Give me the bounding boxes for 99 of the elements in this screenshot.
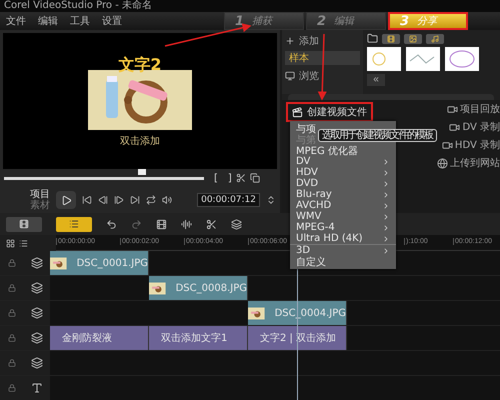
title-clip[interactable]: 金刚防裂液: [50, 326, 149, 350]
menu-option[interactable]: MPEG 优化器: [290, 145, 396, 156]
step-tab[interactable]: 2 编辑: [306, 12, 386, 30]
title-clip[interactable]: 双击添加文字1: [149, 326, 248, 350]
lock-icon[interactable]: [8, 359, 16, 367]
camera-icon: [449, 122, 460, 132]
clip-label: DSC_0008.JPG: [174, 282, 247, 294]
step-forward-icon[interactable]: [114, 195, 124, 205]
undo-icon[interactable]: [106, 218, 117, 230]
monitor-icon: [285, 70, 295, 80]
template-thumbnail[interactable]: [406, 47, 440, 71]
template-thumbnail[interactable]: [445, 47, 479, 71]
play-icon: [60, 194, 72, 206]
play-button[interactable]: [56, 191, 76, 209]
menu-option[interactable]: DVD: [290, 178, 396, 189]
volume-icon[interactable]: [162, 195, 172, 205]
add-label: 添加: [299, 34, 319, 48]
image-filter-button[interactable]: [404, 34, 422, 44]
overlay-track-icon[interactable]: [31, 257, 43, 269]
browse-button[interactable]: 浏览: [285, 68, 360, 83]
folder-item[interactable]: 样本: [285, 51, 360, 65]
camera-icon: [442, 140, 453, 150]
menu-item[interactable]: 设置: [96, 14, 128, 28]
share-action[interactable]: 上传到网站: [437, 156, 500, 170]
menu-item[interactable]: 工具: [64, 14, 96, 28]
film-icon: [19, 219, 29, 229]
mark-out-button[interactable]: ]: [228, 172, 232, 184]
share-action-label: 项目回放: [460, 103, 500, 116]
step-tab[interactable]: 1 捕获: [224, 12, 304, 30]
image-clip[interactable]: DSC_0001.JPG: [50, 251, 149, 275]
music-note-icon: [431, 34, 439, 42]
overlay-track-icon[interactable]: [31, 307, 43, 319]
skip-back-icon[interactable]: [82, 195, 92, 205]
overlay-track-icon[interactable]: [31, 357, 43, 369]
menu-option[interactable]: Blu-ray: [290, 189, 396, 200]
clip-label: 双击添加文字1: [160, 332, 228, 345]
menu-option[interactable]: AVCHD: [290, 200, 396, 211]
caption-text: 双击添加: [120, 134, 160, 148]
storyboard-view-button[interactable]: [6, 216, 42, 232]
share-action-label: 上传到网站: [450, 156, 500, 170]
menu-option[interactable]: DV: [290, 156, 396, 167]
title-track-icon[interactable]: [31, 382, 43, 394]
video-filter-button[interactable]: [382, 34, 400, 44]
tooltip: 选取用于创建视频文件的模板: [318, 129, 436, 142]
audio-filter-button[interactable]: [426, 34, 444, 44]
menu-option[interactable]: HDV: [290, 167, 396, 178]
menu-item[interactable]: 文件: [0, 14, 32, 28]
menu-item[interactable]: 编辑: [32, 14, 64, 28]
mode-option[interactable]: 素材: [30, 200, 50, 211]
image-icon: [409, 34, 417, 42]
add-button[interactable]: 添加: [285, 33, 360, 48]
clapperboard-icon: [292, 106, 303, 118]
folder-icon[interactable]: [367, 33, 378, 44]
mode-option[interactable]: 项目: [30, 189, 50, 200]
share-action[interactable]: 项目回放: [447, 102, 500, 116]
overlay-track-icon[interactable]: [31, 282, 43, 294]
lock-icon[interactable]: [8, 284, 16, 292]
menu-option[interactable]: WMV: [290, 211, 396, 222]
image-clip[interactable]: DSC_0008.JPG: [149, 276, 248, 300]
skip-forward-icon[interactable]: [130, 195, 140, 205]
repeat-icon[interactable]: [146, 195, 156, 205]
image-clip[interactable]: DSC_0004.JPG: [248, 301, 347, 325]
lock-icon[interactable]: [8, 334, 16, 342]
audio-mixer-icon[interactable]: [181, 218, 192, 230]
menu-option[interactable]: Ultra HD (4K): [290, 233, 396, 244]
menu-option[interactable]: MPEG-4: [290, 222, 396, 233]
title-overlay-text: 文字2: [118, 54, 162, 76]
film-icon: [387, 34, 395, 42]
timecode-field[interactable]: 00:00:07:12: [197, 193, 260, 207]
share-action[interactable]: HDV 录制: [442, 138, 500, 152]
annotation-arrow: [318, 34, 327, 100]
menu-option[interactable]: 自定义: [290, 256, 396, 267]
camera-icon: [447, 104, 458, 114]
collapse-button[interactable]: «: [367, 74, 385, 86]
list-icon: [69, 219, 79, 229]
overlay-track-icon[interactable]: [31, 332, 43, 344]
lock-icon[interactable]: [8, 259, 16, 267]
clip-label: 金刚防裂液: [61, 332, 112, 345]
redo-icon[interactable]: [131, 218, 142, 230]
window-title: Corel VideoStudio Pro - 未命名: [4, 0, 152, 12]
clip-label: DSC_0001.JPG: [76, 258, 148, 268]
lock-icon[interactable]: [8, 384, 16, 392]
copy-icon[interactable]: [250, 173, 260, 183]
timeline-view-button[interactable]: [56, 216, 92, 232]
globe-icon: [437, 158, 448, 168]
browse-label: 浏览: [299, 70, 319, 82]
share-action-label: DV 录制: [462, 120, 500, 134]
template-thumbnail[interactable]: [367, 47, 401, 71]
share-action-label: HDV 录制: [454, 138, 500, 152]
scissors-icon[interactable]: [236, 173, 246, 183]
share-action[interactable]: DV 录制: [449, 120, 500, 134]
create-video-label: 创建视频文件: [307, 106, 367, 119]
clip-label: DSC_0004.JPG: [274, 308, 346, 318]
menu-option[interactable]: 3D: [290, 244, 396, 256]
plus-icon: [285, 36, 295, 46]
mark-in-button[interactable]: [: [214, 172, 218, 184]
spinner-icon[interactable]: [266, 195, 276, 205]
step-back-icon[interactable]: [98, 195, 108, 205]
lock-icon[interactable]: [8, 309, 16, 317]
